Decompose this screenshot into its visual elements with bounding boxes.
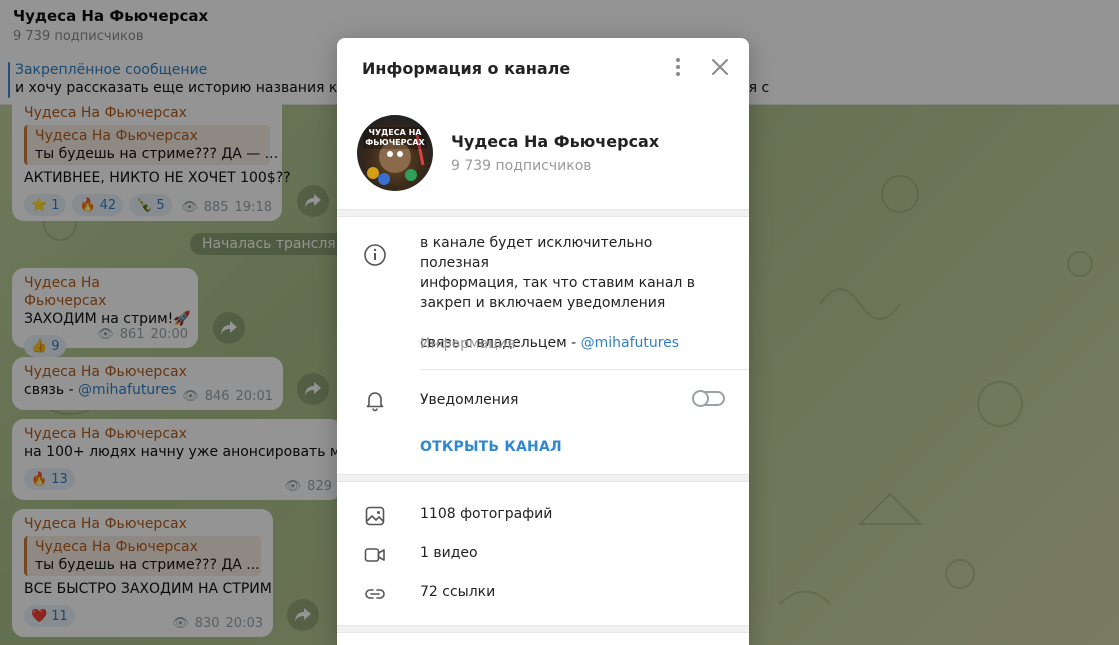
toggle-knob	[692, 390, 709, 407]
photos-count[interactable]: 1108 фотографий	[420, 506, 552, 522]
video-icon	[363, 543, 387, 567]
channel-avatar[interactable]: ЧУДЕСА НА ФЬЮЧЕРСАХ	[357, 115, 433, 191]
videos-count[interactable]: 1 видео	[420, 545, 478, 561]
section-divider	[337, 474, 749, 482]
notifications-label: Уведомления	[420, 392, 519, 408]
bell-icon	[363, 388, 387, 412]
description-caption: Информация	[420, 336, 516, 352]
photo-icon	[363, 504, 387, 528]
channel-subscribers: 9 739 подписчиков	[451, 158, 592, 174]
description-line: в канале будет исключительно полезная	[420, 235, 653, 271]
channel-description: в канале будет исключительно полезная ин…	[420, 233, 720, 353]
description-line: закреп и включаем уведомления	[420, 295, 666, 311]
links-count[interactable]: 72 ссылки	[420, 584, 495, 600]
open-channel-button[interactable]: ОТКРЫТЬ КАНАЛ	[420, 439, 562, 455]
avatar-image	[363, 127, 427, 185]
avatar-text: ЧУДЕСА НА ФЬЮЧЕРСАХ	[365, 128, 425, 147]
description-line: информация, так что ставим канал в	[420, 275, 696, 291]
more-vertical-icon[interactable]	[667, 56, 689, 78]
row-divider	[420, 369, 749, 370]
contact-link[interactable]: @mihafutures	[581, 335, 680, 351]
info-icon	[363, 243, 387, 267]
channel-name: Чудеса На Фьючерсах	[451, 132, 660, 151]
close-icon[interactable]	[709, 56, 731, 78]
dialog-title: Информация о канале	[362, 59, 571, 78]
section-divider	[337, 209, 749, 217]
link-icon	[363, 582, 387, 606]
section-divider	[337, 625, 749, 633]
notifications-toggle[interactable]	[692, 390, 725, 407]
channel-info-dialog: Информация о канале ЧУДЕСА НА ФЬЮЧЕРСАХ …	[337, 38, 749, 645]
